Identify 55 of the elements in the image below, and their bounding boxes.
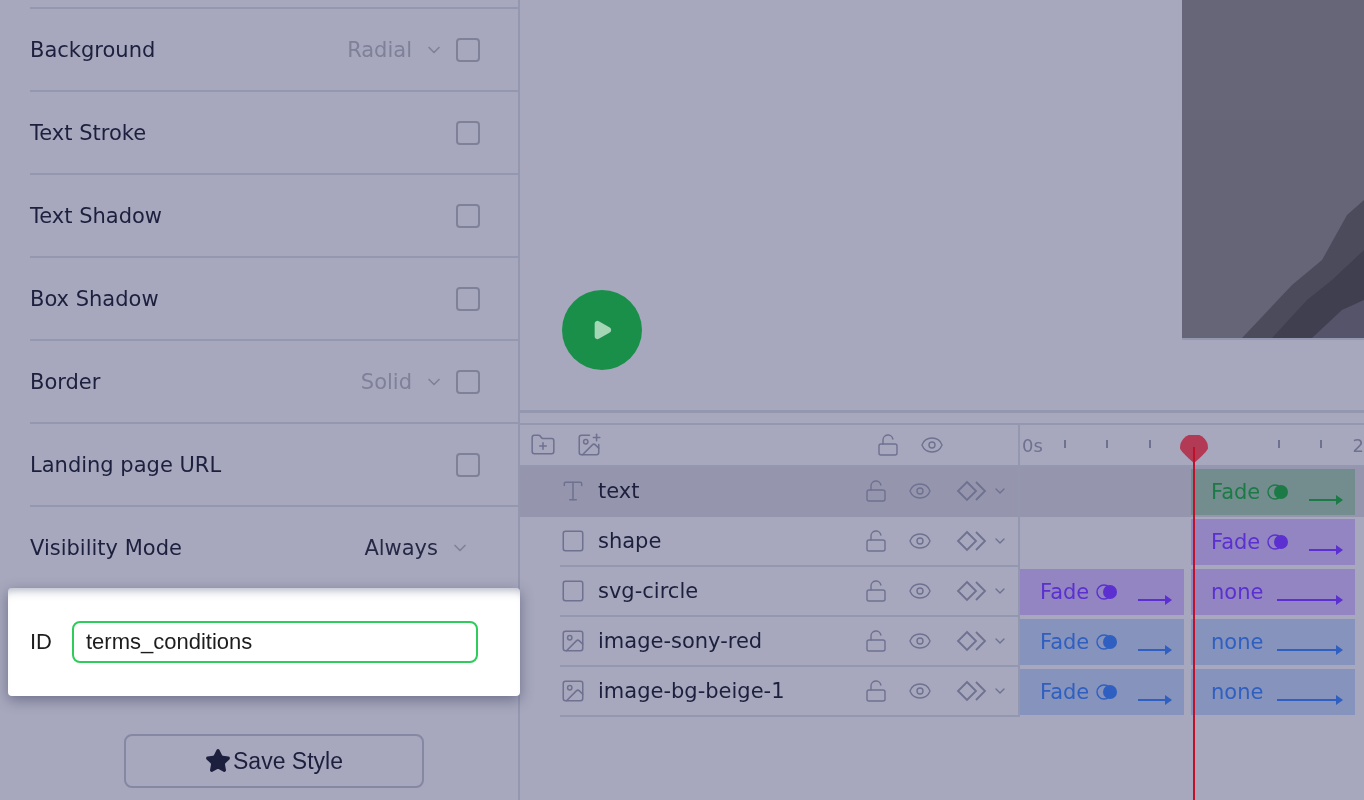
keyframe-icon[interactable] (956, 530, 988, 552)
square-icon (560, 578, 586, 604)
layer-name[interactable]: shape (598, 529, 864, 553)
arrow-icon (1277, 643, 1343, 655)
unlock-icon[interactable] (864, 529, 888, 553)
arrow-icon (1138, 593, 1172, 605)
image-icon (560, 628, 586, 654)
dropdown-value[interactable]: Always (364, 535, 438, 560)
checkbox[interactable] (456, 37, 480, 62)
unlock-icon[interactable] (864, 479, 888, 503)
unlock-icon[interactable] (864, 679, 888, 703)
checkbox[interactable] (456, 286, 480, 311)
image-icon (560, 678, 586, 704)
playhead[interactable] (1180, 435, 1208, 800)
property-label: Landing page URL (30, 452, 223, 477)
arrow-icon (1277, 693, 1343, 705)
checkbox[interactable] (456, 120, 480, 145)
property-label: Box Shadow (30, 286, 160, 311)
save-style-button[interactable]: Save Style (124, 734, 424, 788)
id-input-field[interactable]: terms_conditions (72, 621, 478, 663)
property-label: Background (30, 37, 157, 62)
checkbox[interactable] (456, 452, 480, 477)
property-label: Visibility Mode (30, 535, 183, 560)
unlock-icon[interactable] (876, 433, 900, 457)
checkbox[interactable] (456, 203, 480, 228)
ruler-label: 0s (1022, 434, 1043, 456)
square-icon (560, 528, 586, 554)
keyframe-icon[interactable] (956, 480, 988, 502)
checkbox[interactable] (456, 369, 480, 394)
arrow-icon (1309, 493, 1343, 505)
keyframe-icon[interactable] (956, 630, 988, 652)
layer-name[interactable]: svg-circle (598, 579, 864, 603)
layer-row[interactable]: svg-circle Fade none (520, 567, 1364, 617)
arrow-icon (1138, 643, 1172, 655)
property-label: Border (30, 369, 102, 394)
layer-name[interactable]: image-bg-beige-1 (598, 679, 864, 703)
arrow-icon (1138, 693, 1172, 705)
layer-row[interactable]: shape Fade (520, 517, 1364, 567)
add-image-icon[interactable] (576, 432, 602, 458)
layer-row[interactable]: image-bg-beige-1 Fade none (520, 667, 1364, 717)
property-label: Text Shadow (30, 203, 163, 228)
layer-name[interactable]: text (598, 479, 864, 503)
keyframe-icon[interactable] (956, 680, 988, 702)
unlock-icon[interactable] (864, 629, 888, 653)
ruler-label: 2 (1352, 434, 1364, 456)
arrow-icon (1277, 593, 1343, 605)
id-label: ID (30, 629, 52, 655)
star-icon (205, 748, 231, 774)
arrow-icon (1309, 543, 1343, 555)
layer-row[interactable]: image-sony-red Fade none (520, 617, 1364, 667)
layer-row[interactable]: text Fade (520, 467, 1364, 517)
layer-name[interactable]: image-sony-red (598, 629, 864, 653)
keyframe-icon[interactable] (956, 580, 988, 602)
unlock-icon[interactable] (864, 579, 888, 603)
property-label: Text Stroke (30, 120, 148, 145)
